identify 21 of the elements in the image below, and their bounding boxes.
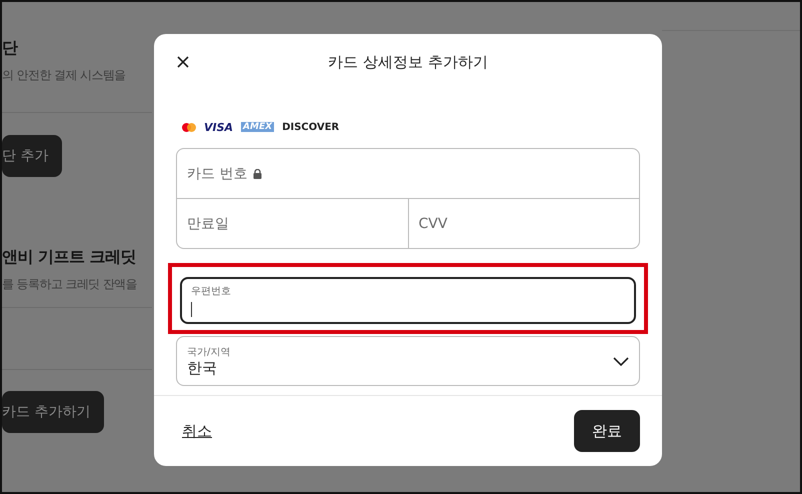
mastercard-logo-icon <box>182 122 196 132</box>
close-icon[interactable] <box>176 55 190 69</box>
country-select[interactable]: 국가/지역 한국 <box>176 336 640 386</box>
text-cursor <box>191 302 192 317</box>
amex-logo: AMEX <box>241 122 274 132</box>
add-payment-button[interactable]: 단 추가 <box>2 135 62 177</box>
cancel-link[interactable]: 취소 <box>182 422 212 440</box>
section-description: 의 안전한 결제 시스템을 <box>2 67 127 84</box>
input-field[interactable]: 만료일 <box>187 216 398 232</box>
section-heading: 앤비 기프트 크레딧 <box>2 247 138 268</box>
section-heading: 단 <box>2 38 19 59</box>
postal-code-field[interactable]: 우편번호 <box>180 277 636 324</box>
dialog-title: 카드 상세정보 추가하기 <box>327 52 489 72</box>
card-number-field[interactable]: 카드 번호 <box>187 166 252 182</box>
section-description: 를 등록하고 크레딧 잔액을 <box>2 276 138 293</box>
visa-logo: VISA <box>204 120 234 134</box>
discover-logo: DISCOVER <box>282 122 340 132</box>
done-button[interactable]: 완료 <box>574 410 640 452</box>
chevron-down-icon <box>613 356 629 366</box>
add-card-button[interactable]: 카드 추가하기 <box>2 391 104 433</box>
input-field[interactable]: CVV <box>418 216 629 232</box>
